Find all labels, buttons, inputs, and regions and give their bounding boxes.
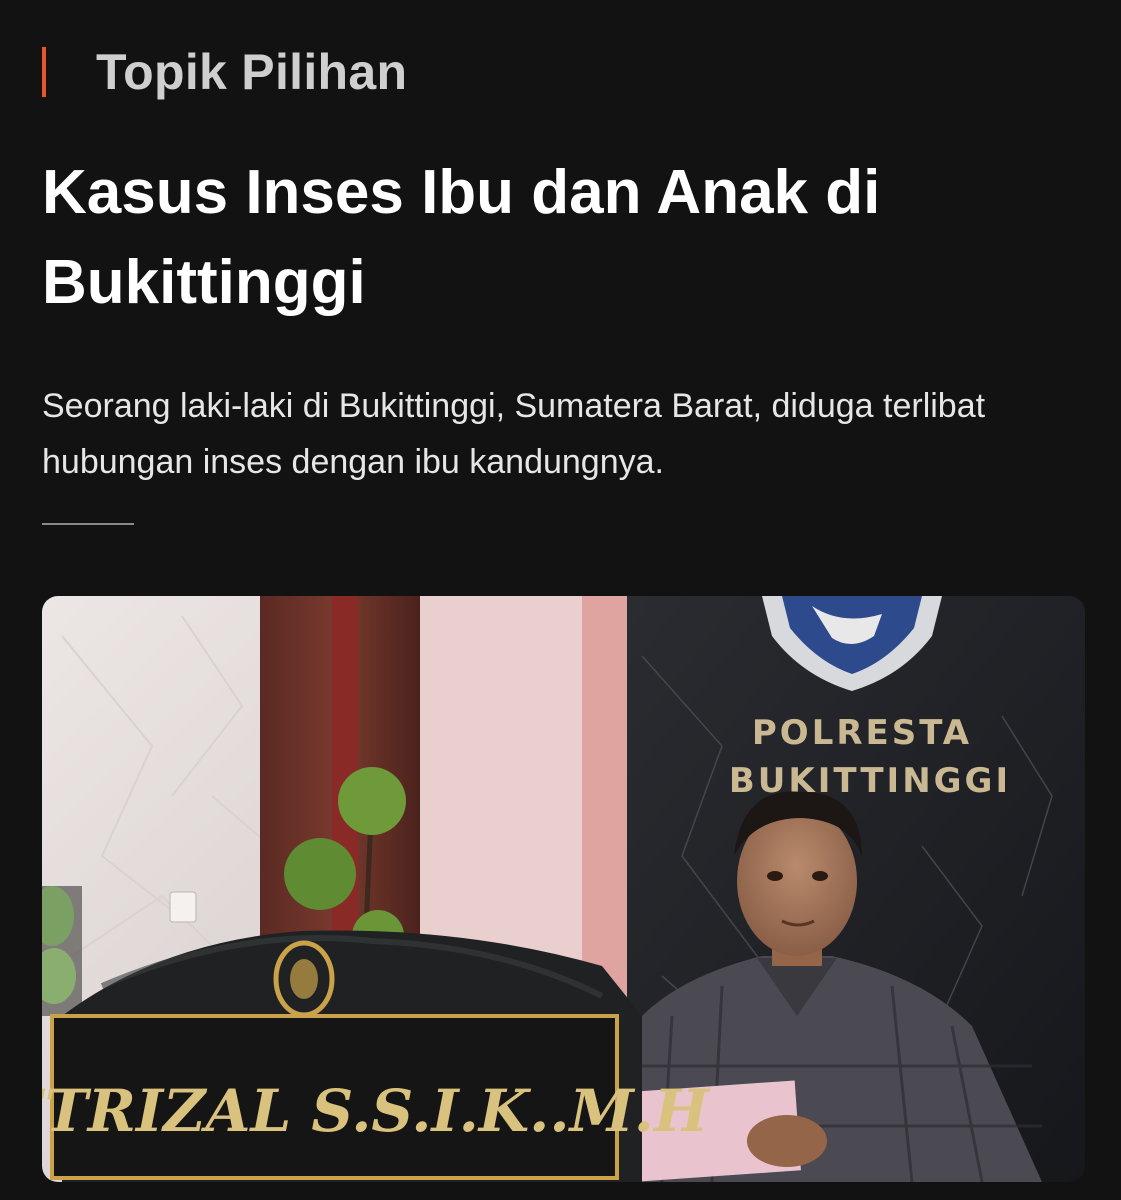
wall-sign-line1: POLRESTA [752,713,972,753]
divider [42,523,134,525]
article-summary: Seorang laki-laki di Bukittinggi, Sumate… [42,387,986,481]
topic-page: Topik Pilihan Kasus Inses Ibu dan Anak d… [0,0,1121,1200]
section-accent-bar [42,47,46,97]
wall-sign-line2: BUKITTINGGI [729,761,1011,801]
section-title: Topik Pilihan [96,44,408,100]
article-photo[interactable]: POLRESTA BUKITTINGGI TRIZAL S.S.I.K..M.H [42,596,1085,1182]
article-headline[interactable]: Kasus Inses Ibu dan Anak di Bukittinggi [42,148,1082,328]
section-header: Topik Pilihan [42,42,407,102]
nameplate-text: FETRIZAL S.S.I.K..M.H [42,1077,711,1145]
